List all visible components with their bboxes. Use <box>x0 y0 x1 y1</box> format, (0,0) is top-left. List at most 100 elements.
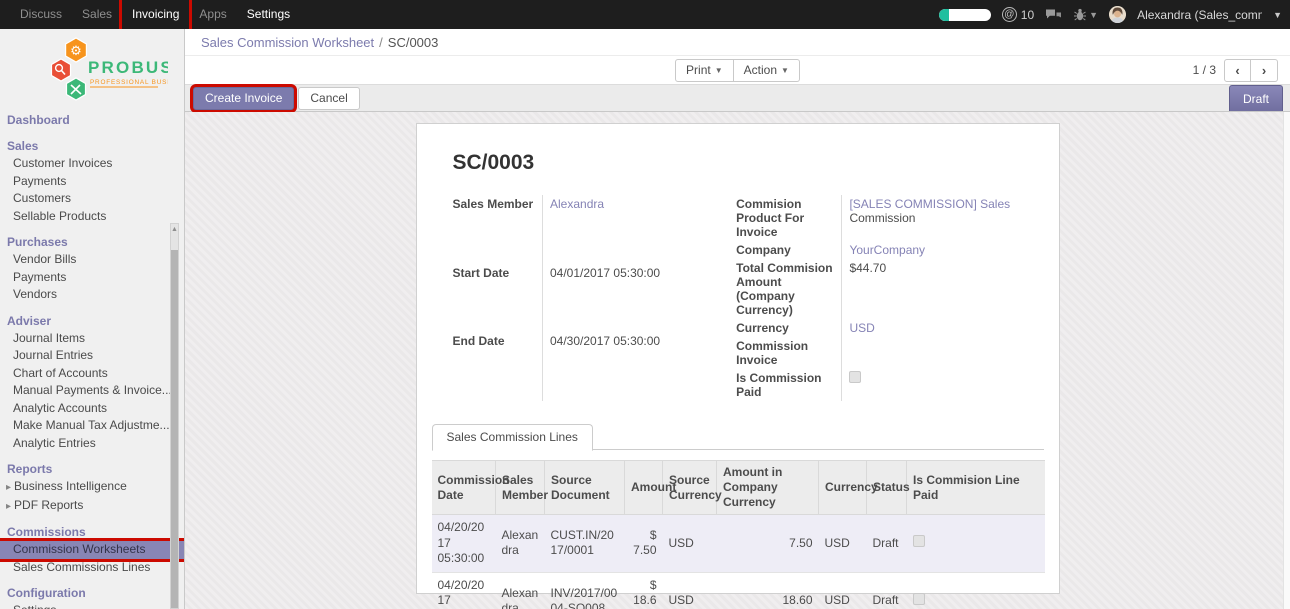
field-label-commission-product: Commision Product For Invoice <box>736 195 842 241</box>
page-scrollbar[interactable] <box>1283 112 1290 609</box>
cell-amount: $ 18.60 <box>625 572 663 609</box>
col-amount[interactable]: Amount <box>625 461 663 515</box>
statusbar: Create Invoice Cancel Draft <box>185 84 1290 112</box>
line-paid-checkbox <box>913 593 925 605</box>
commission-product-link[interactable]: [SALES COMMISSION] Sales <box>849 197 1010 211</box>
user-avatar[interactable] <box>1109 6 1126 23</box>
sidebar-item-label: PDF Reports <box>14 498 83 512</box>
sidebar-nav: Dashboard Sales Customer Invoices Paymen… <box>0 108 184 609</box>
sidebar-item-journal-items[interactable]: Journal Items <box>0 330 184 348</box>
table-header-row: Commission Date Sales Member Source Docu… <box>432 461 1045 515</box>
sidebar-item-analytic-accounts[interactable]: Analytic Accounts <box>0 400 184 418</box>
pager-next-button[interactable]: › <box>1251 59 1278 82</box>
print-button[interactable]: Print▼ <box>675 59 734 82</box>
app-menus: Discuss Sales Invoicing Apps Settings <box>10 0 300 29</box>
cell-source-currency: USD <box>663 572 717 609</box>
tab-sales-commission-lines[interactable]: Sales Commission Lines <box>432 424 593 451</box>
col-source-currency[interactable]: Source Currency <box>663 461 717 515</box>
sidebar-header-commissions[interactable]: Commissions <box>0 522 184 541</box>
sidebar-header-dashboard[interactable]: Dashboard <box>0 110 184 129</box>
menu-invoicing[interactable]: Invoicing <box>122 0 189 29</box>
cell-amount: $ 7.50 <box>625 515 663 573</box>
cell-source-currency: USD <box>663 515 717 573</box>
top-navbar: Discuss Sales Invoicing Apps Settings @ … <box>0 0 1290 29</box>
field-label-is-commission-paid: Is Commission Paid <box>736 369 842 401</box>
col-amount-company-currency[interactable]: Amount in Company Currency <box>717 461 819 515</box>
sidebar-item-vendor-bills[interactable]: Vendor Bills <box>0 251 184 269</box>
field-area: Sales Member Alexandra Start Date 04/01/… <box>453 195 1044 401</box>
table-row[interactable]: 04/20/2017 05:30:00 Alexandra CUST.IN/20… <box>432 515 1045 573</box>
systray: @ 10 ▼ Alexandra (Sales_comm... ▼ <box>939 6 1282 23</box>
sidebar-item-settings[interactable]: Settings <box>0 602 184 609</box>
progressbar-fill <box>939 9 949 21</box>
total-commission-value: $44.70 <box>842 259 1044 319</box>
is-commission-paid-checkbox <box>849 371 861 383</box>
user-menu[interactable]: Alexandra (Sales_comm... <box>1137 8 1262 22</box>
sidebar: ⚙ PROBUSE PROFESSIONAL BUSINESS Dashboar… <box>0 29 185 609</box>
scrollbar-thumb[interactable] <box>171 250 178 608</box>
notebook: Sales Commission Lines Commission Date <box>432 423 1044 609</box>
col-currency[interactable]: Currency <box>819 461 867 515</box>
pager-count: 1 / 3 <box>1193 63 1216 77</box>
activities-count: 10 <box>1021 8 1034 22</box>
menu-settings[interactable]: Settings <box>237 0 300 29</box>
sidebar-item-vendors[interactable]: Vendors <box>0 286 184 304</box>
sidebar-header-sales[interactable]: Sales <box>0 136 184 155</box>
sidebar-item-manual-payments[interactable]: Manual Payments & Invoice... <box>0 382 184 400</box>
status-badge-draft[interactable]: Draft <box>1229 85 1283 111</box>
menu-discuss[interactable]: Discuss <box>10 0 72 29</box>
sidebar-item-sellable-products[interactable]: Sellable Products <box>0 208 184 226</box>
col-is-commission-line-paid[interactable]: Is Commision Line Paid <box>907 461 1045 515</box>
cell-currency: USD <box>819 572 867 609</box>
tab-row: Sales Commission Lines <box>432 423 1044 450</box>
sidebar-header-configuration[interactable]: Configuration <box>0 583 184 602</box>
menu-sales[interactable]: Sales <box>72 0 122 29</box>
field-label-total-commission: Total Commision Amount (Company Currency… <box>736 259 842 319</box>
messages-icon[interactable] <box>1045 8 1062 22</box>
sidebar-header-adviser[interactable]: Adviser <box>0 311 184 330</box>
action-button-group: Print▼ Action▼ <box>675 59 800 82</box>
cell-sales-member: Alexandra <box>496 515 545 573</box>
breadcrumb-current: SC/0003 <box>388 35 439 50</box>
sidebar-item-chart-of-accounts[interactable]: Chart of Accounts <box>0 365 184 383</box>
debug-bug-icon[interactable]: ▼ <box>1073 8 1098 22</box>
end-date-value: 04/30/2017 05:30:00 <box>543 332 716 401</box>
sidebar-item-commission-worksheets[interactable]: Commission Worksheets <box>0 541 184 559</box>
sidebar-item-tax-adjustment[interactable]: Make Manual Tax Adjustme... <box>0 417 184 435</box>
sidebar-header-reports[interactable]: Reports <box>0 459 184 478</box>
sidebar-item-payments-purchases[interactable]: Payments <box>0 269 184 287</box>
sidebar-scrollbar[interactable]: ▲ <box>170 223 179 609</box>
cancel-button[interactable]: Cancel <box>298 87 359 110</box>
table-row[interactable]: 04/20/2017 05:30:00 Alexandra INV/2017/0… <box>432 572 1045 609</box>
action-button[interactable]: Action▼ <box>734 59 800 82</box>
sidebar-item-sales-commissions-lines[interactable]: Sales Commissions Lines <box>0 559 184 577</box>
breadcrumb-parent-link[interactable]: Sales Commission Worksheet <box>201 35 374 50</box>
col-commission-date[interactable]: Commission Date <box>432 461 496 515</box>
menu-apps[interactable]: Apps <box>189 0 236 29</box>
col-sales-member[interactable]: Sales Member <box>496 461 545 515</box>
pager-previous-button[interactable]: ‹ <box>1224 59 1251 82</box>
commission-lines-list: Commission Date Sales Member Source Docu… <box>432 460 1044 609</box>
col-source-document[interactable]: Source Document <box>545 461 625 515</box>
sidebar-item-analytic-entries[interactable]: Analytic Entries <box>0 435 184 453</box>
sidebar-item-pdf-reports[interactable]: ▸PDF Reports <box>0 497 184 516</box>
logo-title-text: PROBUSE <box>88 58 168 77</box>
sidebar-header-purchases[interactable]: Purchases <box>0 232 184 251</box>
sidebar-item-customer-invoices[interactable]: Customer Invoices <box>0 155 184 173</box>
sidebar-item-payments-sales[interactable]: Payments <box>0 173 184 191</box>
sidebar-item-journal-entries[interactable]: Journal Entries <box>0 347 184 365</box>
sidebar-item-business-intelligence[interactable]: ▸Business Intelligence <box>0 478 184 497</box>
company-link[interactable]: YourCompany <box>849 243 925 257</box>
sidebar-item-customers[interactable]: Customers <box>0 190 184 208</box>
subscription-progressbar[interactable] <box>939 9 991 21</box>
create-invoice-button[interactable]: Create Invoice <box>193 87 294 110</box>
expand-caret-icon: ▸ <box>6 501 11 512</box>
col-status[interactable]: Status <box>867 461 907 515</box>
field-group-left: Sales Member Alexandra Start Date 04/01/… <box>453 195 716 401</box>
currency-link[interactable]: USD <box>849 321 874 335</box>
cell-source-document: CUST.IN/2017/0001 <box>545 515 625 573</box>
cell-line-paid <box>907 515 1045 573</box>
sales-member-link[interactable]: Alexandra <box>550 197 604 211</box>
scroll-up-icon[interactable]: ▲ <box>171 224 178 236</box>
activities-counter[interactable]: @ 10 <box>1002 7 1034 22</box>
